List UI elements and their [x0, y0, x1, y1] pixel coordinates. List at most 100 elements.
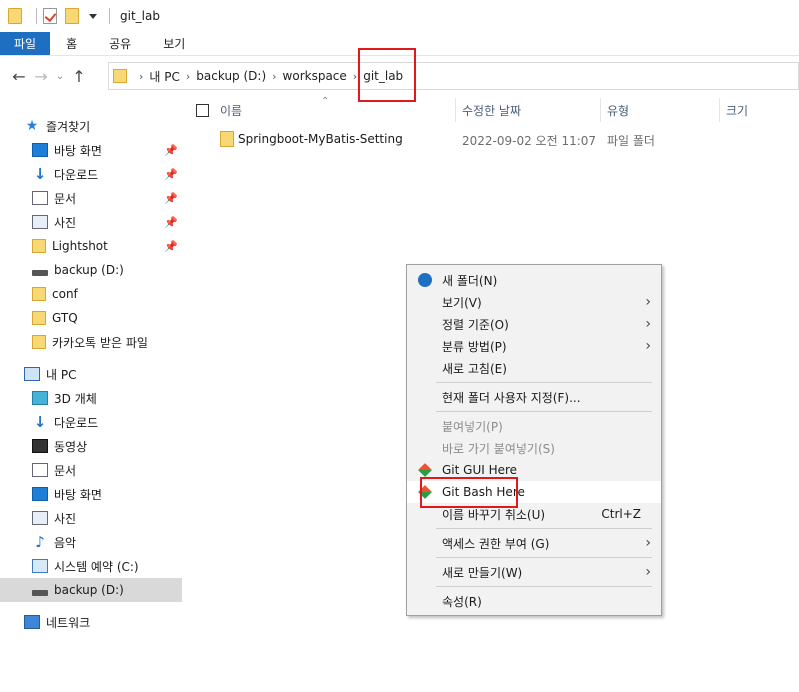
menu-item-shortcut: Ctrl+Z	[601, 507, 641, 521]
folder-icon	[8, 8, 22, 24]
sidebar-item-documents[interactable]: 문서 📌	[0, 186, 182, 210]
sidebar-item-pictures[interactable]: 사진 📌	[0, 210, 182, 234]
tab-share[interactable]: 공유	[93, 32, 147, 55]
sidebar-item-label: 다운로드	[54, 415, 99, 430]
divider	[36, 8, 37, 24]
column-header-type[interactable]: 유형	[607, 96, 629, 124]
sidebar-item-system-drive[interactable]: 시스템 예약 (C:)	[0, 554, 182, 578]
chevron-right-icon: ›	[645, 316, 651, 332]
highlight-box-git-bash	[420, 477, 518, 508]
up-arrow-icon[interactable]: ↑	[68, 67, 90, 86]
pin-icon: 📌	[164, 143, 178, 157]
pictures-icon	[32, 215, 48, 229]
breadcrumb-workspace[interactable]: workspace	[283, 69, 347, 83]
sidebar-item-label: 바탕 화면	[54, 487, 102, 502]
menu-divider	[436, 528, 652, 529]
breadcrumb-backup-drive[interactable]: backup (D:)	[196, 69, 266, 83]
new-folder-icon[interactable]	[65, 8, 79, 24]
menu-divider	[436, 382, 652, 383]
column-header-name[interactable]: 이름	[220, 96, 242, 124]
menu-item-give-access[interactable]: 액세스 권한 부여 (G) ›	[407, 532, 661, 554]
tab-home[interactable]: 홈	[50, 32, 93, 55]
star-icon: ★	[25, 118, 39, 134]
menu-divider	[436, 586, 652, 587]
sidebar-item-downloads[interactable]: ↓ 다운로드 📌	[0, 162, 182, 186]
menu-item-properties[interactable]: 속성(R)	[407, 590, 661, 612]
sidebar-item-quick-access[interactable]: ★ 즐겨찾기	[0, 114, 182, 138]
folder-icon	[32, 335, 46, 349]
sidebar-item-backup-drive[interactable]: backup (D:)	[0, 258, 182, 282]
sidebar-item-desktop-pc[interactable]: 바탕 화면	[0, 482, 182, 506]
sidebar-item-documents-pc[interactable]: 문서	[0, 458, 182, 482]
sidebar-item-videos[interactable]: 동영상	[0, 434, 182, 458]
menu-item-view[interactable]: 보기(V) ›	[407, 291, 661, 313]
menu-item-label: 새로 만들기(W)	[442, 565, 523, 580]
tab-view[interactable]: 보기	[147, 32, 201, 55]
sidebar-item-label: backup (D:)	[54, 583, 124, 597]
column-divider[interactable]	[719, 98, 720, 122]
column-divider[interactable]	[455, 98, 456, 122]
chevron-right-icon[interactable]: ›	[353, 70, 357, 83]
desktop-icon	[32, 143, 48, 157]
menu-item-label: 새 폴더(N)	[442, 273, 498, 288]
pin-icon: 📌	[164, 191, 178, 205]
menu-item-label: 현재 폴더 사용자 지정(F)...	[442, 390, 581, 405]
sidebar-item-label: Lightshot	[52, 239, 108, 253]
sidebar-item-backup-drive-pc[interactable]: backup (D:)	[0, 578, 182, 602]
pictures-icon	[32, 511, 48, 525]
menu-item-customize-folder[interactable]: 현재 폴더 사용자 지정(F)...	[407, 386, 661, 408]
pin-icon: 📌	[164, 215, 178, 229]
chevron-down-icon[interactable]: ⌄	[52, 71, 68, 82]
sidebar-item-pictures-pc[interactable]: 사진	[0, 506, 182, 530]
column-header-modified[interactable]: 수정한 날짜	[462, 96, 521, 124]
document-icon	[32, 191, 48, 205]
music-icon: ♪	[35, 533, 45, 551]
chevron-right-icon[interactable]: ›	[186, 70, 190, 83]
chevron-right-icon: ›	[645, 338, 651, 354]
properties-icon[interactable]	[43, 8, 57, 24]
file-modified: 2022-09-02 오전 11:07	[462, 134, 597, 148]
file-type: 파일 폴더	[607, 134, 655, 148]
sidebar-item-label: 동영상	[54, 439, 88, 454]
column-header-size[interactable]: 크기	[726, 96, 748, 124]
sidebar-item-downloads-pc[interactable]: ↓ 다운로드	[0, 410, 182, 434]
sidebar-item-3d-objects[interactable]: 3D 개체	[0, 386, 182, 410]
sidebar-item-label: 3D 개체	[54, 391, 97, 406]
menu-item-group-by[interactable]: 분류 방법(P) ›	[407, 335, 661, 357]
system-drive-icon	[32, 559, 48, 573]
sidebar-item-music[interactable]: ♪ 음악	[0, 530, 182, 554]
sidebar-item-desktop[interactable]: 바탕 화면 📌	[0, 138, 182, 162]
sidebar-item-network[interactable]: 네트워크	[0, 610, 182, 634]
select-all-checkbox[interactable]	[196, 104, 209, 117]
sidebar-item-gtq[interactable]: GTQ	[0, 306, 182, 330]
sidebar-item-label: 바탕 화면	[54, 143, 102, 158]
context-menu: 새 폴더(N) 보기(V) › 정렬 기준(O) › 분류 방법(P) › 새로…	[406, 264, 662, 616]
folder-icon	[32, 311, 46, 325]
menu-item-label: 속성(R)	[442, 594, 482, 609]
file-name[interactable]: Springboot-MyBatis-Setting	[238, 132, 403, 146]
sidebar-item-lightshot[interactable]: Lightshot 📌	[0, 234, 182, 258]
quick-access-toolbar-dropdown-icon[interactable]	[89, 13, 97, 19]
sidebar-item-label: 다운로드	[54, 167, 99, 182]
tab-file[interactable]: 파일	[0, 32, 51, 55]
sidebar-item-label: 카카오톡 받은 파일	[52, 335, 148, 350]
sidebar-item-this-pc[interactable]: 내 PC	[0, 362, 182, 386]
chevron-right-icon: ›	[645, 535, 651, 551]
right-arrow-icon[interactable]: →	[30, 67, 52, 86]
menu-item-label: 새로 고침(E)	[442, 361, 507, 376]
menu-item-label: 바로 가기 붙여넣기(S)	[442, 441, 555, 456]
chevron-right-icon[interactable]: ›	[272, 70, 276, 83]
breadcrumb-this-pc[interactable]: 내 PC	[149, 68, 179, 85]
sidebar-item-kakaotalk-files[interactable]: 카카오톡 받은 파일	[0, 330, 182, 354]
title-bar: git_lab	[0, 0, 799, 32]
folder-icon	[113, 69, 127, 83]
menu-item-sort-by[interactable]: 정렬 기준(O) ›	[407, 313, 661, 335]
menu-item-new[interactable]: 새로 만들기(W) ›	[407, 561, 661, 583]
sidebar-item-conf[interactable]: conf	[0, 282, 182, 306]
column-divider[interactable]	[600, 98, 601, 122]
menu-item-new-folder[interactable]: 새 폴더(N)	[407, 269, 661, 291]
chevron-right-icon[interactable]: ›	[139, 70, 143, 83]
menu-item-refresh[interactable]: 새로 고침(E)	[407, 357, 661, 379]
left-arrow-icon[interactable]: ←	[8, 67, 30, 86]
address-bar[interactable]: › 내 PC › backup (D:) › workspace › git_l…	[108, 62, 799, 90]
